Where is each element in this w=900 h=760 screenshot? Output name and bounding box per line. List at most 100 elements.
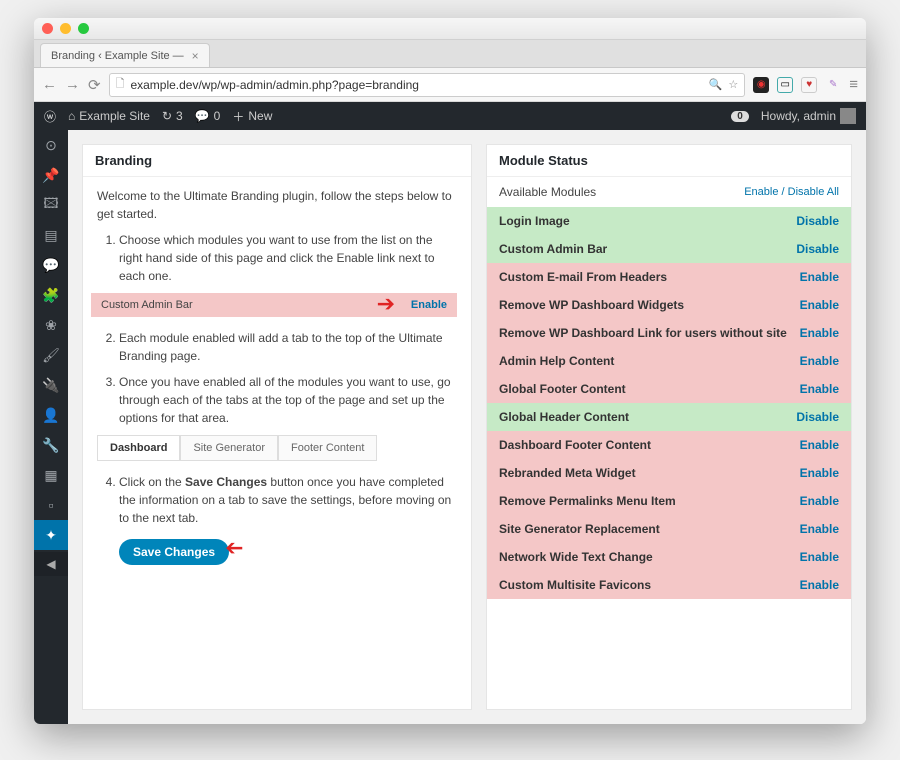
- module-toggle-link[interactable]: Enable: [800, 326, 839, 340]
- module-name: Remove WP Dashboard Widgets: [499, 298, 684, 312]
- plugins-icon[interactable]: 🔌: [34, 370, 68, 400]
- traffic-lights: [42, 23, 89, 34]
- module-toggle-link[interactable]: Enable: [800, 298, 839, 312]
- howdy-link[interactable]: Howdy, admin: [761, 108, 856, 124]
- minimize-icon[interactable]: [60, 23, 71, 34]
- browser-toolbar: ← → ⟳ 🗋 example.dev/wp/wp-admin/admin.ph…: [34, 68, 866, 102]
- appearance-icon[interactable]: 🖌: [34, 340, 68, 370]
- module-status-title: Module Status: [487, 145, 851, 177]
- module-row: Rebranded Meta WidgetEnable: [487, 459, 851, 487]
- settings-icon[interactable]: ▦: [34, 460, 68, 490]
- disable-all-link[interactable]: Disable All: [788, 186, 839, 198]
- pin-icon[interactable]: 📌: [34, 160, 68, 190]
- module-name: Custom E-mail From Headers: [499, 270, 667, 284]
- refresh-count: 3: [176, 109, 183, 123]
- new-label: New: [248, 109, 272, 123]
- star-icon[interactable]: ☆: [728, 78, 738, 91]
- branding-body: Welcome to the Ultimate Branding plugin,…: [83, 177, 471, 575]
- module-row: Global Footer Content Enable: [487, 375, 851, 403]
- module-toggle-link[interactable]: Enable: [800, 522, 839, 536]
- new-link[interactable]: ＋ New: [232, 108, 272, 125]
- module-name: Global Header Content: [499, 410, 629, 424]
- site-link[interactable]: ⌂ Example Site: [68, 109, 150, 123]
- module-toggle-link[interactable]: Enable: [800, 382, 839, 396]
- tabset-example: DashboardSite GeneratorFooter Content: [97, 435, 457, 461]
- module-row: Dashboard Footer Content Enable: [487, 431, 851, 459]
- branding-panel: Branding Welcome to the Ultimate Brandin…: [82, 144, 472, 710]
- save-changes-button[interactable]: Save Changes: [119, 539, 229, 565]
- example-enable-link[interactable]: Enable: [411, 299, 447, 311]
- ext-icon[interactable]: ▭: [777, 77, 793, 93]
- collapse-icon[interactable]: ◀: [34, 552, 68, 576]
- avatar-icon: [840, 108, 856, 124]
- module-row: Site Generator ReplacementEnable: [487, 515, 851, 543]
- content-area: Branding Welcome to the Ultimate Brandin…: [68, 130, 866, 724]
- close-tab-icon[interactable]: ×: [192, 49, 199, 63]
- module-toggle-link[interactable]: Disable: [796, 242, 839, 256]
- forward-icon[interactable]: →: [65, 76, 80, 93]
- module-row: Login ImageDisable: [487, 207, 851, 235]
- tab-dashboard[interactable]: Dashboard: [97, 435, 180, 461]
- module-toggle-link[interactable]: Enable: [800, 270, 839, 284]
- module-toggle-link[interactable]: Enable: [800, 494, 839, 508]
- module-toggle-link[interactable]: Enable: [800, 578, 839, 592]
- tab-footer-content[interactable]: Footer Content: [278, 435, 377, 461]
- intro-text: Welcome to the Ultimate Branding plugin,…: [97, 187, 457, 223]
- ext-icon[interactable]: ✎: [825, 77, 841, 93]
- module-list: Login ImageDisable Custom Admin Bar Disabl…: [487, 207, 851, 599]
- module-row: Admin Help ContentEnable: [487, 347, 851, 375]
- plugin-icon[interactable]: 🧩: [34, 280, 68, 310]
- globe-icon[interactable]: ❀: [34, 310, 68, 340]
- notification-badge[interactable]: 0: [731, 111, 749, 122]
- module-name: Custom Admin Bar: [499, 242, 607, 256]
- module-toggle-link[interactable]: Disable: [796, 214, 839, 228]
- module-name: Dashboard Footer Content: [499, 438, 651, 452]
- module-row: Custom Admin Bar Disable: [487, 235, 851, 263]
- enable-all-link[interactable]: Enable: [744, 186, 778, 198]
- site-name: Example Site: [79, 109, 150, 123]
- wp-body: ⊙ 📌 🖾 ▤ 💬 🧩 ❀ 🖌 🔌 👤 🔧 ▦ ▫ ✦ ◀ Branding W…: [34, 130, 866, 724]
- module-toggle-link[interactable]: Enable: [800, 550, 839, 564]
- reload-icon[interactable]: ⟳: [88, 76, 101, 94]
- close-icon[interactable]: [42, 23, 53, 34]
- media-icon[interactable]: 🖾: [34, 190, 68, 220]
- tab-site-generator[interactable]: Site Generator: [180, 435, 278, 461]
- back-icon[interactable]: ←: [42, 76, 57, 93]
- comments-icon[interactable]: 💬: [34, 250, 68, 280]
- arrow-icon: ➔: [225, 535, 243, 561]
- module-name: Remove Permalinks Menu Item: [499, 494, 676, 508]
- step-4: Click on the Save Changes button once yo…: [119, 473, 457, 527]
- browser-window: Branding ‹ Example Site — × ← → ⟳ 🗋 exam…: [34, 18, 866, 724]
- pages-icon[interactable]: ▤: [34, 220, 68, 250]
- module-name: Remove WP Dashboard Link for users witho…: [499, 326, 787, 340]
- branding-badge-icon[interactable]: ▫: [34, 490, 68, 520]
- browser-tab[interactable]: Branding ‹ Example Site — ×: [40, 43, 210, 67]
- url-input[interactable]: 🗋 example.dev/wp/wp-admin/admin.php?page…: [109, 73, 746, 97]
- users-icon[interactable]: 👤: [34, 400, 68, 430]
- step-2: Each module enabled will add a tab to th…: [119, 329, 457, 365]
- ext-icon[interactable]: ◉: [753, 77, 769, 93]
- comments-link[interactable]: 💬 0: [195, 109, 221, 123]
- branding-icon[interactable]: ✦: [34, 520, 68, 550]
- module-toggle-link[interactable]: Enable: [800, 438, 839, 452]
- branding-title: Branding: [83, 145, 471, 177]
- dashboard-icon[interactable]: ⊙: [34, 130, 68, 160]
- url-text: example.dev/wp/wp-admin/admin.php?page=b…: [130, 78, 419, 92]
- maximize-icon[interactable]: [78, 23, 89, 34]
- module-name: Custom Multisite Favicons: [499, 578, 651, 592]
- module-name: Network Wide Text Change: [499, 550, 653, 564]
- module-name: Global Footer Content: [499, 382, 626, 396]
- menu-icon[interactable]: ≡: [849, 76, 858, 93]
- search-icon[interactable]: 🔍: [709, 78, 723, 91]
- ext-icon[interactable]: ♥: [801, 77, 817, 93]
- comments-count: 0: [214, 109, 221, 123]
- module-row: Network Wide Text Change Enable: [487, 543, 851, 571]
- tools-icon[interactable]: 🔧: [34, 430, 68, 460]
- module-toggle-link[interactable]: Enable: [800, 466, 839, 480]
- module-toggle-link[interactable]: Disable: [796, 410, 839, 424]
- arrow-icon: ➔: [377, 291, 395, 317]
- wordpress-icon[interactable]: ⓦ: [44, 108, 56, 125]
- howdy-text: Howdy, admin: [761, 109, 836, 123]
- module-toggle-link[interactable]: Enable: [800, 354, 839, 368]
- refresh-link[interactable]: ↻ 3: [162, 109, 183, 123]
